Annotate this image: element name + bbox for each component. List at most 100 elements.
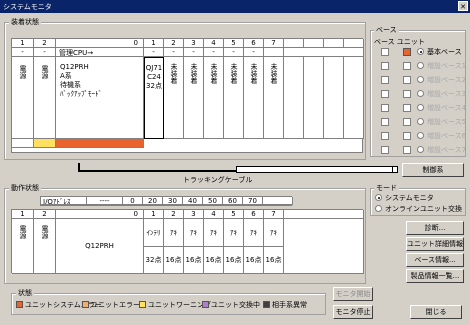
slot-empty: [344, 39, 364, 48]
op-empty-points: 16点: [164, 247, 184, 274]
slot-num: 1: [144, 39, 164, 48]
op-intelli-module[interactable]: ｲﾝﾃﾘ: [144, 219, 164, 247]
ext-base-label: 増設ベース3: [427, 90, 467, 98]
base-checkbox[interactable]: [381, 104, 389, 112]
dash: -: [224, 48, 244, 57]
unit-checkbox[interactable]: [403, 76, 411, 84]
base-checkbox[interactable]: [381, 48, 389, 56]
op-empty-slot[interactable]: ｱｷ: [204, 219, 224, 247]
io-addr: 30: [163, 197, 183, 205]
ext-base-radio[interactable]: [417, 118, 424, 125]
mount-grid: 1 2 0 1 2 3 4 5 6 7 - - 管理CPU→ - - - - -…: [11, 38, 364, 153]
slot-unmounted[interactable]: 未装着: [204, 57, 224, 139]
start-monitor-button[interactable]: モニタ開始: [333, 287, 373, 301]
unit-checkbox[interactable]: [403, 146, 411, 154]
slot-num: 0: [56, 210, 144, 219]
unit-checkbox[interactable]: [403, 118, 411, 126]
slot-num: 2: [34, 39, 56, 48]
stop-monitor-button[interactable]: モニタ停止: [333, 305, 373, 319]
ext-base-label: 増設ベース7: [427, 146, 467, 154]
qj71c24-module[interactable]: QJ71 C24 32点: [144, 57, 164, 139]
ext-base-label: 増設ベース6: [427, 132, 467, 140]
ext-base-radio[interactable]: [417, 90, 424, 97]
op-empty-slot[interactable]: ｱｷ: [224, 219, 244, 247]
unit-checkbox[interactable]: [403, 90, 411, 98]
slot-num: 5: [224, 210, 244, 219]
op-power-supply-1[interactable]: 電源: [12, 219, 34, 274]
dash: -: [184, 48, 204, 57]
io-addr: 40: [183, 197, 203, 205]
op-empty-points: 16点: [204, 247, 224, 274]
close-button[interactable]: 閉じる: [410, 305, 462, 319]
control-system-button[interactable]: 制御系: [402, 163, 464, 177]
ext-base-radio[interactable]: [417, 76, 424, 83]
slot-num: 6: [244, 39, 264, 48]
op-empty-points: 16点: [244, 247, 264, 274]
system-monitor-radio[interactable]: [375, 194, 382, 201]
ext-base-radio[interactable]: [417, 132, 424, 139]
diagnosis-button[interactable]: 診断...: [406, 221, 464, 235]
op-cpu-module[interactable]: Q12PRH: [56, 219, 144, 274]
slot-unmounted[interactable]: 未装着: [244, 57, 264, 139]
dash: -: [244, 48, 264, 57]
basic-base-radio[interactable]: [417, 48, 424, 55]
manage-cpu-label: 管理CPU→: [56, 48, 144, 57]
power-supply-2[interactable]: 電源: [34, 57, 56, 139]
op-empty-slot[interactable]: ｱｷ: [244, 219, 264, 247]
op-empty-slot[interactable]: ｱｷ: [164, 219, 184, 247]
ext-base-radio[interactable]: [417, 62, 424, 69]
product-info-button[interactable]: 製品情報一覧...: [406, 269, 464, 283]
op-empty-points: 16点: [224, 247, 244, 274]
io-address-row: I/Oｱﾄﾞﾚｽ ---- 0 20 30 40 50 60 70: [40, 196, 293, 206]
mode-label: モード: [374, 183, 399, 193]
close-icon[interactable]: ✕: [458, 1, 468, 11]
slot-unmounted[interactable]: 未装着: [184, 57, 204, 139]
base-checkbox[interactable]: [381, 132, 389, 140]
op-empty-slot[interactable]: ｱｷ: [264, 219, 284, 247]
online-change-label: オンラインユニット交換: [385, 205, 462, 213]
status-error-cell: [56, 139, 144, 148]
unit-status-error: [403, 48, 411, 56]
base-checkbox[interactable]: [381, 118, 389, 126]
dash: -: [144, 48, 164, 57]
io-addr: ----: [87, 197, 123, 205]
base-checkbox[interactable]: [381, 76, 389, 84]
unit-checkbox[interactable]: [403, 62, 411, 70]
slot-num: 2: [34, 210, 56, 219]
mount-status-label: 装着状態: [9, 17, 41, 27]
slot-blank: [304, 57, 324, 139]
unit-detail-button[interactable]: ユニット詳細情報...: [406, 237, 464, 251]
ext-base-radio[interactable]: [417, 104, 424, 111]
online-change-radio[interactable]: [375, 205, 382, 212]
unit-checkbox[interactable]: [403, 104, 411, 112]
slot-unmounted[interactable]: 未装着: [264, 57, 284, 139]
ext-base-label: 増設ベース5: [427, 118, 467, 126]
base-info-button[interactable]: ベース情報...: [406, 253, 464, 267]
base-checkbox[interactable]: [381, 62, 389, 70]
legend-other-error-swatch: [263, 301, 270, 308]
op-power-supply-2[interactable]: 電源: [34, 219, 56, 274]
base-checkbox[interactable]: [381, 146, 389, 154]
base-checkbox[interactable]: [381, 90, 389, 98]
slot-num: 1: [12, 39, 34, 48]
slot-empty: [284, 210, 364, 219]
io-addr: 60: [223, 197, 243, 205]
dash-blank: [284, 48, 364, 57]
slot-unmounted[interactable]: 未装着: [224, 57, 244, 139]
legend-warning-swatch: [139, 301, 146, 308]
io-addr: 0: [123, 197, 143, 205]
tracking-cable-line: [78, 170, 238, 172]
slot-blank: [284, 57, 304, 139]
legend-sys-error-swatch: [16, 301, 23, 308]
ext-base-radio[interactable]: [417, 146, 424, 153]
slot-blank: [324, 57, 344, 139]
window-title: システムモニタ: [3, 3, 52, 11]
op-empty-slot[interactable]: ｱｷ: [184, 219, 204, 247]
slot-unmounted[interactable]: 未装着: [164, 57, 184, 139]
power-supply-1[interactable]: 電源: [12, 57, 34, 139]
slot-num: 5: [224, 39, 244, 48]
unit-checkbox[interactable]: [403, 132, 411, 140]
cpu-module[interactable]: Q12PRH A系 待機系 ﾊﾞｯｸｱｯﾌﾟﾓｰﾄﾞ: [56, 57, 144, 139]
slot-num: 7: [264, 210, 284, 219]
slot-num: 4: [204, 39, 224, 48]
